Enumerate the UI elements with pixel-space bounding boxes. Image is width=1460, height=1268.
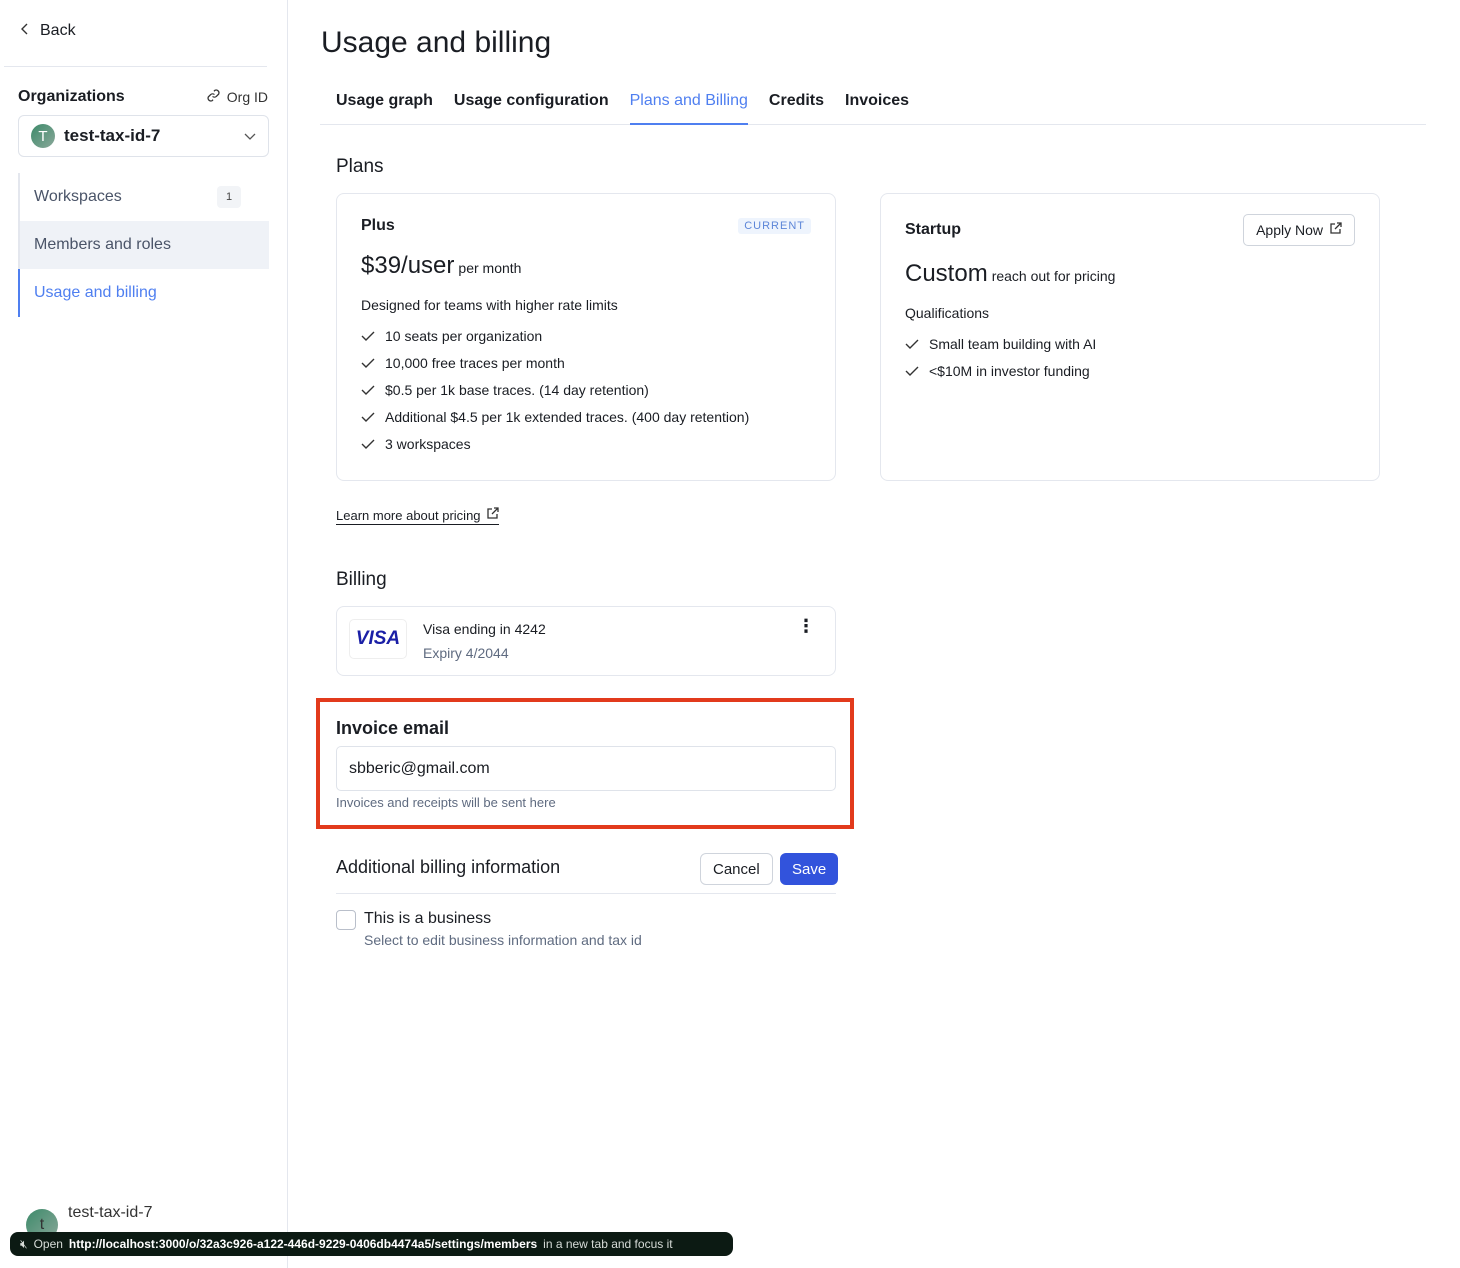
toast-prefix: Open	[33, 1237, 63, 1251]
tab-invoices[interactable]: Invoices	[845, 86, 909, 125]
tab-bar: Usage graph Usage configuration Plans an…	[320, 86, 1426, 125]
additional-billing-heading: Additional billing information	[336, 857, 561, 877]
apply-label: Apply Now	[1256, 222, 1323, 238]
plan-card-plus: Plus CURRENT $39/user per month Designed …	[336, 193, 836, 481]
link-icon	[206, 88, 221, 106]
feature-label: Additional $4.5 per 1k extended traces. …	[385, 408, 750, 425]
organizations-label: Organizations	[18, 88, 125, 105]
price-period: per month	[458, 260, 522, 276]
plan-price: Custom reach out for pricing	[905, 260, 1115, 288]
business-checkbox-label: This is a business	[364, 910, 492, 927]
org-name: test-tax-id-7	[64, 126, 161, 145]
toast-url: http://localhost:3000/o/32a3c926-a122-44…	[68, 1237, 538, 1251]
tab-plans-and-billing[interactable]: Plans and Billing	[629, 86, 748, 125]
plan-name: Startup	[905, 221, 961, 238]
feature-item: 10,000 free traces per month	[361, 349, 749, 376]
sidebar-item-label: Workspaces	[34, 188, 122, 205]
plan-description: Qualifications	[905, 305, 990, 321]
back-button[interactable]: Back	[20, 22, 76, 40]
price-value: Custom	[905, 260, 988, 287]
tab-usage-configuration[interactable]: Usage configuration	[454, 86, 609, 125]
sidebar: Back Organizations Org ID T test-tax-id-…	[0, 0, 288, 1268]
payment-method-card: VISA Visa ending in 4242 Expiry 4/2044 ⋮	[336, 606, 836, 676]
price-period: reach out for pricing	[991, 268, 1116, 284]
check-icon	[361, 409, 375, 425]
mute-icon: 🔇︎	[20, 1236, 28, 1251]
business-checkbox[interactable]	[336, 910, 356, 930]
toast-suffix: in a new tab and focus it	[543, 1237, 673, 1251]
chevron-down-icon	[244, 126, 256, 146]
invoice-email-input[interactable]	[336, 746, 836, 791]
price-value: $39/user	[361, 252, 455, 279]
organization-select[interactable]: T test-tax-id-7	[18, 115, 269, 157]
link-label: Learn more about pricing	[336, 507, 481, 523]
divider	[4, 66, 267, 67]
feature-label: 3 workspaces	[385, 435, 471, 452]
learn-more-pricing-link[interactable]: Learn more about pricing	[336, 507, 499, 525]
org-id-label: Org ID	[226, 89, 268, 105]
check-icon	[361, 436, 375, 452]
org-avatar: T	[31, 124, 55, 148]
check-icon	[361, 328, 375, 344]
check-icon	[905, 336, 919, 352]
plan-features: Small team building with AI <$10M in inve…	[905, 330, 1096, 384]
feature-item: <$10M in investor funding	[905, 357, 1096, 384]
back-label: Back	[40, 22, 76, 39]
feature-item: 3 workspaces	[361, 430, 749, 457]
sidebar-nav: Workspaces 1 Members and roles Usage and …	[18, 173, 269, 317]
plan-card-startup: Startup Apply Now Custom reach out for pr…	[880, 193, 1380, 481]
sidebar-item-label: Usage and billing	[34, 284, 157, 301]
sidebar-item-usage-and-billing[interactable]: Usage and billing	[18, 269, 269, 317]
feature-label: 10 seats per organization	[385, 327, 543, 344]
chevron-left-icon	[20, 22, 30, 40]
plan-name: Plus	[361, 217, 395, 234]
link-status-toast: 🔇︎ Open http://localhost:3000/o/32a3c926…	[10, 1232, 733, 1256]
feature-label: 10,000 free traces per month	[385, 354, 565, 371]
check-icon	[361, 355, 375, 371]
apply-now-button[interactable]: Apply Now	[1243, 214, 1355, 246]
more-options-icon[interactable]: ⋮	[797, 617, 815, 635]
sidebar-item-label: Members and roles	[34, 236, 171, 253]
feature-item: 10 seats per organization	[361, 322, 749, 349]
plan-features: 10 seats per organization 10,000 free tra…	[361, 322, 749, 457]
feature-label: <$10M in investor funding	[929, 362, 1090, 379]
card-label: Visa ending in 4242	[423, 621, 546, 637]
feature-item: Additional $4.5 per 1k extended traces. …	[361, 403, 749, 430]
save-button[interactable]: Save	[780, 853, 839, 885]
current-badge: CURRENT	[738, 218, 811, 234]
billing-heading: Billing	[336, 569, 387, 590]
tab-credits[interactable]: Credits	[769, 86, 824, 125]
external-link-icon	[1329, 222, 1342, 238]
feature-label: $0.5 per 1k base traces. (14 day retenti…	[385, 381, 649, 398]
external-link-icon	[486, 507, 499, 523]
invoice-email-heading: Invoice email	[336, 718, 450, 738]
cancel-button[interactable]: Cancel	[700, 853, 773, 885]
check-icon	[361, 382, 375, 398]
plan-description: Designed for teams with higher rate limi…	[361, 297, 618, 313]
visa-logo: VISA	[349, 619, 407, 659]
plan-price: $39/user per month	[361, 252, 521, 280]
sidebar-item-workspaces[interactable]: Workspaces 1	[20, 173, 269, 221]
count-badge: 1	[217, 186, 242, 208]
tab-usage-graph[interactable]: Usage graph	[336, 86, 433, 125]
feature-item: $0.5 per 1k base traces. (14 day retenti…	[361, 376, 749, 403]
check-icon	[905, 363, 919, 379]
plans-heading: Plans	[336, 156, 384, 177]
invoice-email-hint: Invoices and receipts will be sent here	[336, 795, 556, 810]
page-title: Usage and billing	[321, 26, 552, 59]
card-expiry: Expiry 4/2044	[423, 645, 509, 661]
feature-item: Small team building with AI	[905, 330, 1096, 357]
sidebar-item-members-and-roles[interactable]: Members and roles	[20, 221, 269, 269]
org-id-button[interactable]: Org ID	[206, 88, 268, 106]
divider	[336, 893, 836, 894]
business-checkbox-hint: Select to edit business information and …	[364, 932, 642, 948]
feature-label: Small team building with AI	[929, 335, 1097, 352]
